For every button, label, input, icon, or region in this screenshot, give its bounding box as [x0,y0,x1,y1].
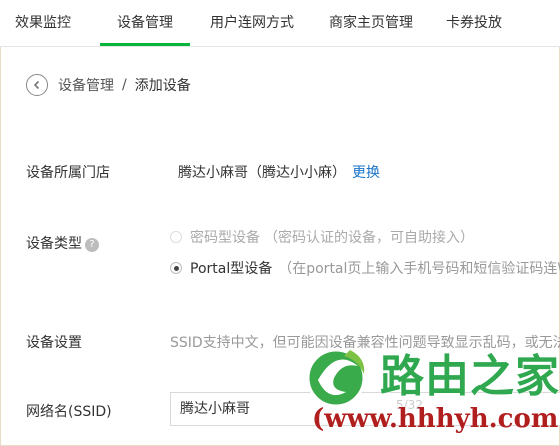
tab-coupon-delivery[interactable]: 卡券投放 [444,0,504,46]
watermark-title: 路由之家 [380,351,560,402]
option-label-portal: Portal型设备 [190,261,273,277]
device-type-label: 设备类型? [26,233,99,253]
tab-user-network-method[interactable]: 用户连网方式 [206,0,298,46]
store-value-row: 腾达小麻哥（腾达小小麻） 更换 [178,162,380,182]
active-tab-indicator [100,43,190,46]
option-hint-portal: （在portal页上输入手机号码和短信验证码连WI [278,261,560,277]
change-store-link[interactable]: 更换 [352,165,380,181]
radio-button-portal[interactable] [170,262,182,274]
ssid-label: 网络名(SSID) [26,404,112,420]
option-label-password: 密码型设备 [190,230,260,246]
top-tab-bar: 效果监控 设备管理 用户连网方式 商家主页管理 卡券投放 [0,0,560,47]
radio-option-password-device[interactable]: 密码型设备 （密码认证的设备，可自助接入） [170,227,474,247]
breadcrumb-separator: / [122,77,127,93]
device-settings-label: 设备设置 [26,335,82,351]
radio-option-portal-device[interactable]: Portal型设备 （在portal页上输入手机号码和短信验证码连WI [170,258,560,278]
question-circle-icon[interactable]: ? [85,238,99,252]
radio-button-password[interactable] [170,231,182,243]
breadcrumb-parent[interactable]: 设备管理 [58,75,114,95]
tab-merchant-homepage[interactable]: 商家主页管理 [326,0,416,46]
breadcrumb-current: 添加设备 [134,78,191,94]
watermark-logo-icon [306,348,366,408]
store-value: 腾达小麻哥（腾达小小麻） [178,165,346,181]
store-label: 设备所属门店 [26,165,110,181]
tab-effect-monitor[interactable]: 效果监控 [13,0,73,46]
breadcrumb: 设备管理 / 添加设备 [26,72,191,98]
back-button[interactable] [26,74,48,96]
tab-device-management[interactable]: 设备管理 [100,0,190,46]
chevron-left-icon [33,80,40,90]
option-hint-password: （密码认证的设备，可自助接入） [264,230,474,246]
device-type-label-text: 设备类型 [26,236,82,252]
watermark-url: (www.hhhyh.com [312,404,559,434]
